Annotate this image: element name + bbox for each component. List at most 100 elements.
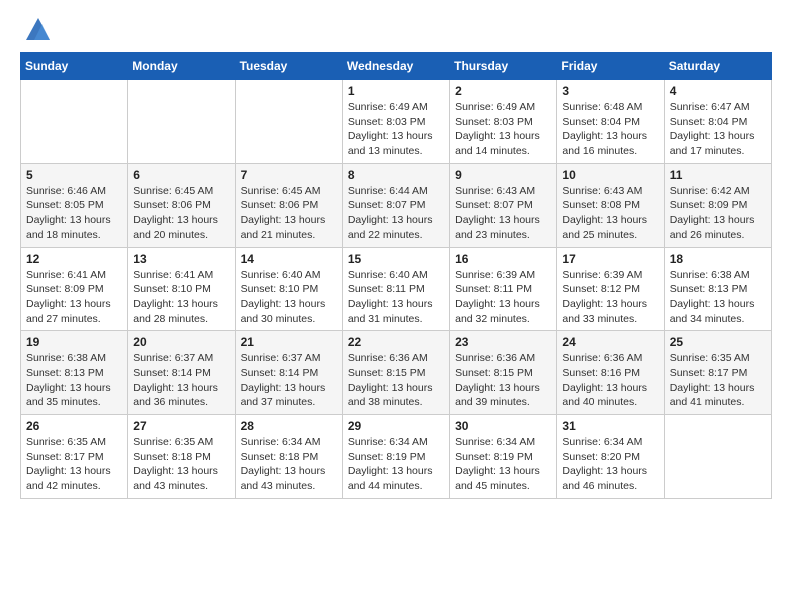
day-info: Sunrise: 6:34 AM Sunset: 8:19 PM Dayligh… [348, 435, 444, 494]
day-info: Sunrise: 6:49 AM Sunset: 8:03 PM Dayligh… [348, 100, 444, 159]
day-of-week-header: Monday [128, 53, 235, 80]
day-info: Sunrise: 6:38 AM Sunset: 8:13 PM Dayligh… [26, 351, 122, 410]
day-info: Sunrise: 6:39 AM Sunset: 8:12 PM Dayligh… [562, 268, 658, 327]
day-number: 22 [348, 335, 444, 349]
calendar-week-row: 12Sunrise: 6:41 AM Sunset: 8:09 PM Dayli… [21, 247, 772, 331]
calendar-cell: 5 Sunrise: 6:46 AM Sunset: 8:05 PM Daylig… [21, 163, 128, 247]
day-number: 19 [26, 335, 122, 349]
day-number: 11 [670, 168, 766, 182]
day-info: Sunrise: 6:46 AM Sunset: 8:05 PM Dayligh… [26, 184, 122, 243]
day-number: 26 [26, 419, 122, 433]
day-info: Sunrise: 6:34 AM Sunset: 8:18 PM Dayligh… [241, 435, 337, 494]
calendar-week-row: 5 Sunrise: 6:46 AM Sunset: 8:05 PM Daylig… [21, 163, 772, 247]
day-info: Sunrise: 6:44 AM Sunset: 8:07 PM Dayligh… [348, 184, 444, 243]
calendar-cell: 6 Sunrise: 6:45 AM Sunset: 8:06 PM Daylig… [128, 163, 235, 247]
calendar-week-row: 26 Sunrise: 6:35 AM Sunset: 8:17 PM Dayli… [21, 415, 772, 499]
day-info: Sunrise: 6:48 AM Sunset: 8:04 PM Dayligh… [562, 100, 658, 159]
calendar-week-row: 1 Sunrise: 6:49 AM Sunset: 8:03 PM Daylig… [21, 80, 772, 164]
calendar-cell: 22 Sunrise: 6:36 AM Sunset: 8:15 PM Dayli… [342, 331, 449, 415]
calendar-cell: 8Sunrise: 6:44 AM Sunset: 8:07 PM Daylig… [342, 163, 449, 247]
day-info: Sunrise: 6:36 AM Sunset: 8:15 PM Dayligh… [348, 351, 444, 410]
day-info: Sunrise: 6:41 AM Sunset: 8:10 PM Dayligh… [133, 268, 229, 327]
calendar-cell: 31 Sunrise: 6:34 AM Sunset: 8:20 PM Dayli… [557, 415, 664, 499]
day-of-week-header: Sunday [21, 53, 128, 80]
calendar-cell: 18 Sunrise: 6:38 AM Sunset: 8:13 PM Dayli… [664, 247, 771, 331]
day-info: Sunrise: 6:37 AM Sunset: 8:14 PM Dayligh… [241, 351, 337, 410]
day-number: 30 [455, 419, 551, 433]
day-number: 29 [348, 419, 444, 433]
day-number: 23 [455, 335, 551, 349]
calendar-cell: 13 Sunrise: 6:41 AM Sunset: 8:10 PM Dayli… [128, 247, 235, 331]
day-info: Sunrise: 6:43 AM Sunset: 8:08 PM Dayligh… [562, 184, 658, 243]
day-number: 4 [670, 84, 766, 98]
calendar-cell: 21 Sunrise: 6:37 AM Sunset: 8:14 PM Dayli… [235, 331, 342, 415]
day-info: Sunrise: 6:43 AM Sunset: 8:07 PM Dayligh… [455, 184, 551, 243]
calendar-cell: 16 Sunrise: 6:39 AM Sunset: 8:11 PM Dayli… [450, 247, 557, 331]
calendar-cell: 10 Sunrise: 6:43 AM Sunset: 8:08 PM Dayli… [557, 163, 664, 247]
day-info: Sunrise: 6:42 AM Sunset: 8:09 PM Dayligh… [670, 184, 766, 243]
day-number: 10 [562, 168, 658, 182]
calendar-cell [235, 80, 342, 164]
page-header [20, 16, 772, 44]
day-info: Sunrise: 6:45 AM Sunset: 8:06 PM Dayligh… [133, 184, 229, 243]
calendar-cell [128, 80, 235, 164]
calendar-cell: 14 Sunrise: 6:40 AM Sunset: 8:10 PM Dayli… [235, 247, 342, 331]
day-info: Sunrise: 6:49 AM Sunset: 8:03 PM Dayligh… [455, 100, 551, 159]
day-number: 9 [455, 168, 551, 182]
calendar-cell: 28 Sunrise: 6:34 AM Sunset: 8:18 PM Dayli… [235, 415, 342, 499]
day-number: 15 [348, 252, 444, 266]
day-info: Sunrise: 6:36 AM Sunset: 8:15 PM Dayligh… [455, 351, 551, 410]
calendar-cell: 2Sunrise: 6:49 AM Sunset: 8:03 PM Daylig… [450, 80, 557, 164]
logo [20, 16, 52, 44]
day-number: 12 [26, 252, 122, 266]
calendar-cell: 11 Sunrise: 6:42 AM Sunset: 8:09 PM Dayli… [664, 163, 771, 247]
day-number: 27 [133, 419, 229, 433]
day-number: 6 [133, 168, 229, 182]
day-of-week-header: Thursday [450, 53, 557, 80]
calendar-cell: 20Sunrise: 6:37 AM Sunset: 8:14 PM Dayli… [128, 331, 235, 415]
calendar-cell: 29 Sunrise: 6:34 AM Sunset: 8:19 PM Dayli… [342, 415, 449, 499]
calendar-table: SundayMondayTuesdayWednesdayThursdayFrid… [20, 52, 772, 499]
calendar-week-row: 19 Sunrise: 6:38 AM Sunset: 8:13 PM Dayli… [21, 331, 772, 415]
calendar-cell: 17 Sunrise: 6:39 AM Sunset: 8:12 PM Dayli… [557, 247, 664, 331]
calendar-cell: 12Sunrise: 6:41 AM Sunset: 8:09 PM Dayli… [21, 247, 128, 331]
day-info: Sunrise: 6:35 AM Sunset: 8:17 PM Dayligh… [670, 351, 766, 410]
day-info: Sunrise: 6:45 AM Sunset: 8:06 PM Dayligh… [241, 184, 337, 243]
day-of-week-header: Tuesday [235, 53, 342, 80]
day-number: 21 [241, 335, 337, 349]
day-info: Sunrise: 6:38 AM Sunset: 8:13 PM Dayligh… [670, 268, 766, 327]
day-number: 31 [562, 419, 658, 433]
calendar-cell: 25 Sunrise: 6:35 AM Sunset: 8:17 PM Dayli… [664, 331, 771, 415]
day-number: 24 [562, 335, 658, 349]
calendar-cell: 7 Sunrise: 6:45 AM Sunset: 8:06 PM Daylig… [235, 163, 342, 247]
day-info: Sunrise: 6:37 AM Sunset: 8:14 PM Dayligh… [133, 351, 229, 410]
calendar-cell [664, 415, 771, 499]
day-number: 7 [241, 168, 337, 182]
calendar-cell: 27 Sunrise: 6:35 AM Sunset: 8:18 PM Dayli… [128, 415, 235, 499]
calendar-cell: 24 Sunrise: 6:36 AM Sunset: 8:16 PM Dayli… [557, 331, 664, 415]
day-number: 3 [562, 84, 658, 98]
calendar-cell: 26 Sunrise: 6:35 AM Sunset: 8:17 PM Dayli… [21, 415, 128, 499]
day-number: 14 [241, 252, 337, 266]
day-of-week-header: Wednesday [342, 53, 449, 80]
calendar-header-row: SundayMondayTuesdayWednesdayThursdayFrid… [21, 53, 772, 80]
day-number: 25 [670, 335, 766, 349]
day-of-week-header: Friday [557, 53, 664, 80]
day-info: Sunrise: 6:40 AM Sunset: 8:11 PM Dayligh… [348, 268, 444, 327]
calendar-cell: 1 Sunrise: 6:49 AM Sunset: 8:03 PM Daylig… [342, 80, 449, 164]
day-info: Sunrise: 6:35 AM Sunset: 8:17 PM Dayligh… [26, 435, 122, 494]
day-info: Sunrise: 6:34 AM Sunset: 8:20 PM Dayligh… [562, 435, 658, 494]
day-number: 13 [133, 252, 229, 266]
day-number: 28 [241, 419, 337, 433]
day-info: Sunrise: 6:36 AM Sunset: 8:16 PM Dayligh… [562, 351, 658, 410]
day-number: 5 [26, 168, 122, 182]
day-number: 16 [455, 252, 551, 266]
day-info: Sunrise: 6:35 AM Sunset: 8:18 PM Dayligh… [133, 435, 229, 494]
day-number: 17 [562, 252, 658, 266]
day-info: Sunrise: 6:39 AM Sunset: 8:11 PM Dayligh… [455, 268, 551, 327]
day-info: Sunrise: 6:40 AM Sunset: 8:10 PM Dayligh… [241, 268, 337, 327]
day-number: 18 [670, 252, 766, 266]
calendar-cell: 19 Sunrise: 6:38 AM Sunset: 8:13 PM Dayli… [21, 331, 128, 415]
day-number: 1 [348, 84, 444, 98]
calendar-cell: 15 Sunrise: 6:40 AM Sunset: 8:11 PM Dayli… [342, 247, 449, 331]
